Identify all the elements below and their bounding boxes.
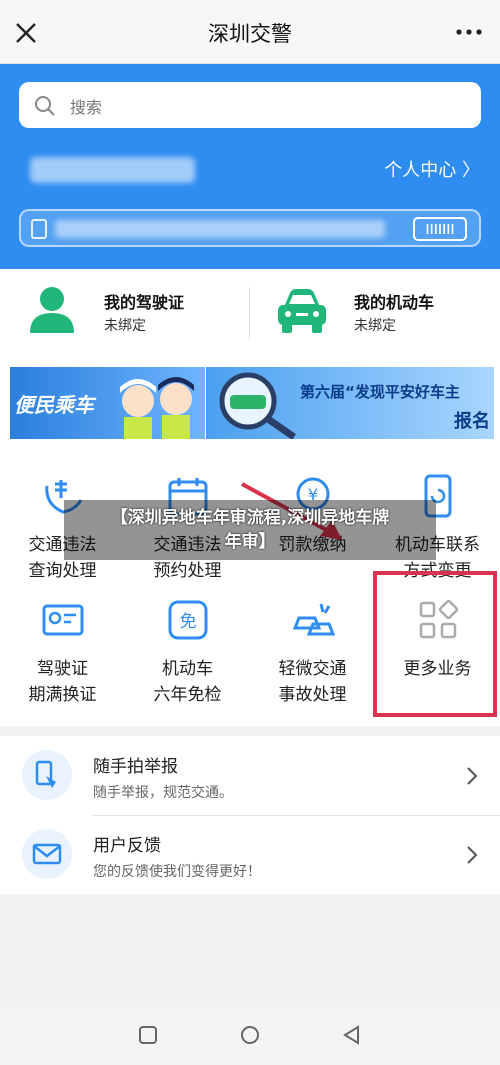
safe-driver-banner[interactable]: 第六届“发现平安好车主 报名 — [206, 367, 494, 439]
list-item-feedback[interactable]: 用户反馈 您的反馈使我们变得更好！ — [0, 815, 500, 894]
barcode-icon[interactable] — [413, 217, 467, 241]
binding-title: 我的驾驶证 — [104, 293, 185, 312]
system-nav-bar — [0, 1005, 500, 1065]
svg-text:免: 免 — [179, 612, 196, 632]
home-icon[interactable] — [240, 1025, 260, 1045]
list-item-subtitle: 随手举报，规范交通。 — [93, 785, 233, 801]
police-cartoon-icon — [120, 377, 194, 439]
magnifier-car-icon — [219, 372, 296, 439]
back-icon[interactable] — [342, 1025, 362, 1045]
service-label: 期满换证 — [28, 685, 97, 705]
service-minor-accident[interactable]: 轻微交通 事故处理 — [250, 598, 375, 708]
banner-text: 便民乘车 — [14, 393, 94, 417]
account-card[interactable] — [19, 209, 481, 247]
vehicle-binding[interactable]: 我的机动车 未绑定 — [250, 269, 490, 357]
service-grid: 交通违法 查询处理 交通违法 预约处理 ¥ 罚款缴纳 机动车联系 方式变更 驾驶证 期满… — [0, 448, 500, 726]
blurred-account-info — [55, 220, 385, 238]
blurred-username — [30, 157, 195, 183]
more-options-icon[interactable] — [452, 18, 486, 46]
exemption-badge-icon: 免 — [168, 600, 207, 640]
person-icon — [30, 287, 74, 333]
search-bar[interactable]: 搜索 — [19, 82, 481, 128]
chevron-right-icon — [467, 846, 478, 864]
binding-title: 我的机动车 — [354, 293, 435, 312]
accident-icon — [292, 603, 335, 636]
service-label: 轻微交通 — [278, 659, 347, 679]
car-icon — [278, 289, 326, 333]
list-item-title: 用户反馈 — [93, 836, 161, 856]
caption-overlay: 【深圳异地车年审流程,深圳异地车牌 年审】 — [64, 500, 436, 560]
search-icon — [35, 96, 55, 116]
license-card-icon — [42, 604, 83, 636]
id-card-icon — [31, 219, 47, 239]
binding-panel: 我的驾驶证 未绑定 我的机动车 未绑定 — [0, 269, 500, 357]
recents-icon[interactable] — [138, 1025, 158, 1045]
service-label: 六年免检 — [153, 685, 222, 705]
list-item-subtitle: 您的反馈使我们变得更好！ — [93, 864, 261, 880]
service-label: 机动车 — [162, 659, 213, 679]
service-label: 预约处理 — [153, 561, 222, 581]
driver-license-binding[interactable]: 我的驾驶证 未绑定 — [0, 269, 240, 357]
top-bar: 深圳交警 — [0, 0, 500, 64]
banner-title: 第六届“发现平安好车主 — [300, 383, 460, 401]
service-label: 查询处理 — [28, 561, 97, 581]
list-item-title: 随手拍举报 — [93, 757, 178, 777]
highlight-box — [373, 571, 497, 717]
photo-report-icon — [22, 750, 72, 800]
profile-header: 搜索 个人中心 〉 — [0, 64, 500, 269]
user-center-link[interactable]: 个人中心 〉 — [384, 156, 480, 182]
service-license-renewal[interactable]: 驾驶证 期满换证 — [0, 598, 125, 708]
service-six-year-exemption[interactable]: 免 机动车 六年免检 — [125, 598, 250, 708]
banner-area: 便民乘车 第六届“发现平安好车主 报名 — [0, 356, 500, 448]
convenient-ride-banner[interactable]: 便民乘车 — [10, 367, 205, 439]
feature-list: 随手拍举报 随手举报，规范交通。 用户反馈 您的反馈使我们变得更好！ — [0, 736, 500, 894]
page-title: 深圳交警 — [208, 22, 292, 46]
service-label: 事故处理 — [278, 685, 347, 705]
banner-subtitle: 报名 — [454, 411, 490, 432]
service-label: 驾驶证 — [37, 659, 88, 679]
mail-icon — [22, 829, 72, 879]
search-placeholder: 搜索 — [70, 98, 103, 117]
list-item-photo-report[interactable]: 随手拍举报 随手举报，规范交通。 — [0, 736, 500, 816]
chevron-right-icon — [467, 767, 478, 785]
binding-status: 未绑定 — [104, 318, 146, 334]
binding-status: 未绑定 — [354, 318, 396, 334]
caption-line-1: 【深圳异地车年审流程,深圳异地车牌 — [110, 508, 390, 528]
caption-line-2: 年审】 — [224, 532, 276, 552]
